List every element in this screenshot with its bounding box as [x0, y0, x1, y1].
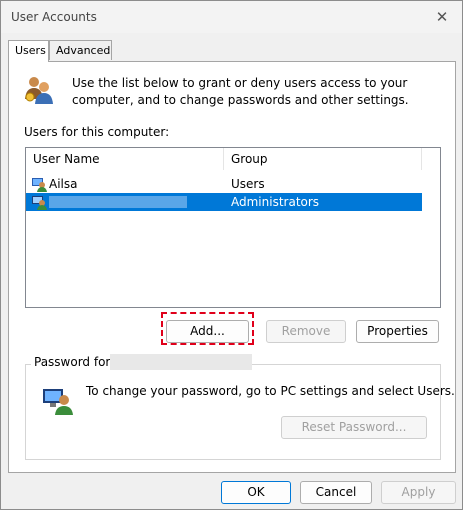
close-icon[interactable]: ✕ [430, 5, 454, 29]
user-icon [32, 178, 47, 192]
column-header-group[interactable]: Group [224, 148, 422, 170]
remove-button[interactable]: Remove [266, 320, 346, 343]
user-icon [32, 196, 47, 210]
title-bar: User Accounts ✕ [1, 1, 462, 33]
users-tab-panel: Use the list below to grant or deny user… [8, 61, 456, 473]
users-icon [25, 77, 53, 104]
password-user-icon [43, 389, 73, 415]
tab-users[interactable]: Users [8, 40, 49, 62]
window-title: User Accounts [11, 10, 97, 24]
reset-password-button[interactable]: Reset Password... [281, 416, 427, 439]
users-list-label: Users for this computer: [24, 125, 170, 139]
tab-advanced[interactable]: Advanced [49, 40, 112, 60]
user-row-selected[interactable]: Administrators [26, 193, 422, 211]
user-name: Ailsa [49, 177, 78, 191]
password-info-text: To change your password, go to PC settin… [86, 384, 455, 398]
redacted-password-username [110, 354, 252, 370]
cancel-button[interactable]: Cancel [300, 481, 372, 504]
properties-button[interactable]: Properties [356, 320, 439, 343]
redacted-username [49, 196, 187, 208]
user-group: Administrators [231, 195, 320, 209]
user-group: Users [231, 177, 265, 191]
password-groupbox [25, 364, 441, 460]
info-text: Use the list below to grant or deny user… [72, 76, 409, 107]
column-header-username[interactable]: User Name [26, 148, 224, 170]
ok-button[interactable]: OK [221, 481, 291, 504]
user-accounts-dialog: User Accounts ✕ Users Advanced Use the l… [0, 0, 463, 510]
apply-button[interactable]: Apply [381, 481, 456, 504]
add-button-highlight [161, 312, 254, 345]
user-row-ailsa[interactable]: Ailsa Users [26, 175, 422, 193]
password-group-label: Password for [31, 355, 114, 369]
users-listview[interactable]: User Name Group Ailsa Users Administrato… [25, 147, 441, 308]
